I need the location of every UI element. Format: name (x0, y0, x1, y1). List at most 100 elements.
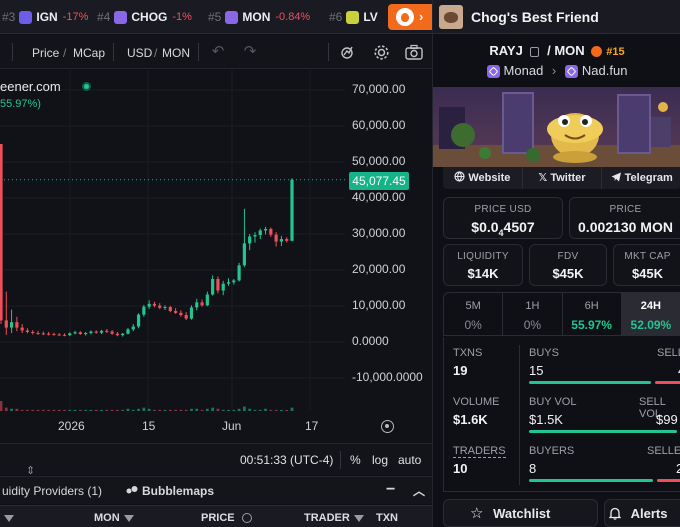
filter-icon (123, 514, 134, 522)
mcap-toggle[interactable]: MCap (73, 46, 105, 60)
usd-toggle[interactable]: USD (127, 46, 152, 60)
log-scale-button[interactable]: log (372, 453, 388, 467)
candle-body (253, 235, 257, 237)
undo-icon[interactable]: ↶ (210, 44, 226, 60)
toggle-divider: / (154, 46, 158, 60)
volume-bar (237, 408, 241, 411)
volume-bar (195, 408, 199, 411)
chevron-right-icon: › (419, 9, 424, 24)
period-5m[interactable]: 5M 0% (444, 293, 504, 335)
candle-body (237, 265, 241, 281)
period-24h[interactable]: 24H 52.09% (621, 293, 680, 335)
tab-bubblemaps[interactable]: Bubblemaps (142, 484, 214, 498)
liquidity-card: LIQUIDITY $14K (443, 244, 523, 286)
watchlist-button[interactable]: ☆ Watchlist (443, 499, 598, 527)
token-name: Chog's Best Friend (471, 9, 599, 25)
telegram-link[interactable]: Telegram (602, 167, 680, 189)
copy-icon[interactable] (530, 46, 540, 57)
price-usd-value: $0.044507 (471, 219, 535, 238)
camera-icon[interactable] (405, 44, 423, 60)
gear-icon[interactable] (373, 44, 389, 60)
candle-body (269, 228, 273, 235)
volume-bar (0, 401, 3, 411)
candle-body (221, 283, 225, 291)
x-tick-label: 17 (305, 419, 319, 433)
volume-bar (242, 406, 246, 411)
column-txn[interactable]: TXN (376, 512, 398, 524)
x-tick-label: 15 (142, 419, 156, 433)
sell-volume-value: $99 (656, 412, 678, 427)
column-price[interactable]: PRICE (201, 512, 252, 524)
nadfun-icon (564, 65, 578, 79)
volume-bar (258, 409, 262, 411)
volume-value: $1.6K (453, 412, 488, 427)
volume-bar (253, 409, 257, 411)
tab-liquidity-providers[interactable]: uidity Providers (1) (2, 484, 102, 498)
ticker-item-ign[interactable]: #3 IGN -17% (2, 10, 88, 24)
buys-bar (529, 381, 651, 384)
token-icon (114, 10, 128, 24)
ticker-item-chog[interactable]: #4 CHOG -1% (97, 10, 192, 24)
transactions-table-header: MON PRICE TRADER TXN (0, 505, 432, 527)
target-icon[interactable] (381, 420, 394, 433)
volume-bar (126, 408, 130, 411)
sells-bar (655, 381, 680, 384)
candle-body (131, 326, 135, 330)
sellers-bar (657, 479, 680, 482)
volume-bar (184, 409, 188, 411)
volume-bar (52, 409, 56, 411)
volume-bar (41, 409, 45, 411)
dex-name[interactable]: Nad.fun (582, 63, 628, 78)
volume-bar (264, 408, 267, 411)
ticker-item-lv[interactable]: #6 LV (329, 10, 383, 24)
volume-bar (205, 408, 209, 411)
minimize-icon[interactable]: − (386, 481, 395, 499)
chain-name[interactable]: Monad (504, 63, 544, 78)
candle-body (99, 330, 104, 333)
divider (519, 345, 520, 485)
percent-scale-button[interactable]: % (350, 453, 361, 467)
buys-value: 15 (529, 363, 544, 378)
candle-body (248, 236, 252, 244)
candle-body (110, 331, 114, 334)
redo-icon[interactable]: ↷ (242, 44, 258, 60)
sellers-value: 2 (676, 461, 680, 476)
period-1h[interactable]: 1H 0% (503, 293, 563, 335)
column-trader[interactable]: TRADER (304, 512, 364, 524)
candle-body (200, 302, 204, 306)
y-tick-label: 10,000.00 (352, 298, 406, 312)
volume-bar (290, 407, 294, 411)
column-filter-icon[interactable] (0, 512, 14, 524)
bell-icon (608, 507, 622, 520)
token-icon (19, 10, 33, 24)
twitter-link[interactable]: 𝕏 Twitter (523, 167, 603, 189)
ticker-item-mon[interactable]: #5 MON -0.84% (208, 10, 310, 24)
column-mon[interactable]: MON (94, 512, 134, 524)
volume-bar (57, 409, 61, 411)
candle-body (136, 314, 141, 327)
indicator-icon[interactable] (340, 44, 356, 60)
volume-bar (147, 408, 151, 411)
candle-body (158, 305, 162, 308)
chevron-up-icon[interactable]: ︿ (413, 482, 425, 499)
alerts-button[interactable]: Alerts (604, 499, 680, 527)
x-tick-label: 2026 (58, 419, 85, 433)
price-toggle[interactable]: Price (32, 46, 59, 60)
y-tick-label: -10,000.0000 (352, 370, 423, 384)
candle-body (147, 303, 151, 307)
buyers-value: 8 (529, 461, 537, 476)
volume-bar (158, 409, 162, 411)
candle-body (84, 333, 88, 335)
trending-flame-button[interactable]: › (388, 4, 432, 30)
volume-bar (179, 409, 183, 411)
mon-toggle[interactable]: MON (162, 46, 190, 60)
candle-body (73, 332, 77, 334)
candle-body (9, 322, 14, 328)
candle-body (36, 333, 40, 334)
star-icon: ☆ (470, 505, 484, 522)
chart-time: 00:51:33 (UTC-4) (240, 453, 334, 467)
price-chart[interactable]: eener.com 55.97%) 70,000.00 60,000.00 50,0… (0, 70, 432, 443)
period-6h[interactable]: 6H 55.97% (563, 293, 622, 335)
website-link[interactable]: Website (443, 167, 523, 189)
auto-scale-button[interactable]: auto (398, 453, 421, 467)
